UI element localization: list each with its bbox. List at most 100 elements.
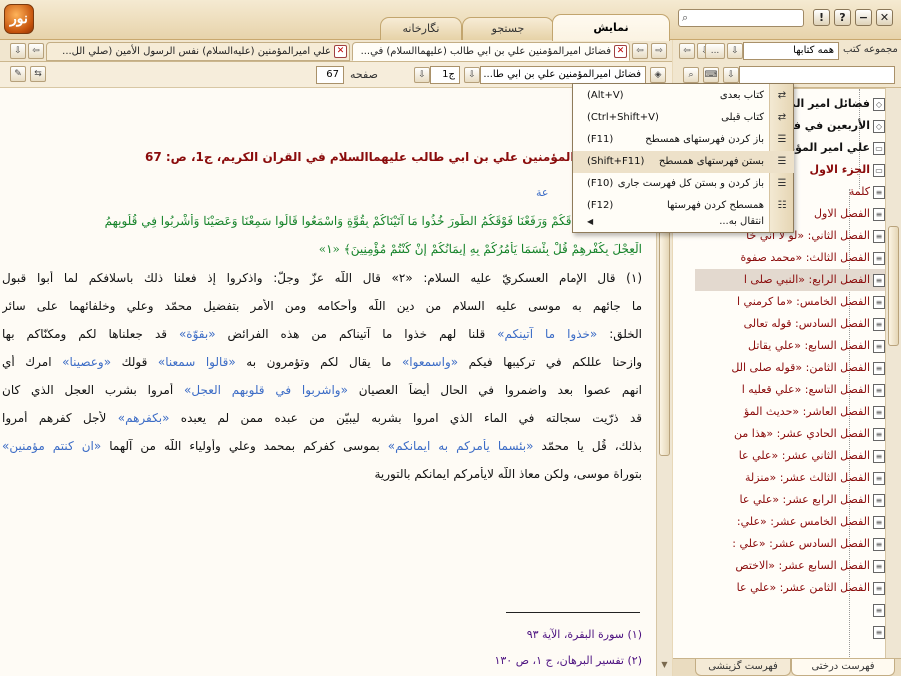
page-icon: ≡ [873,207,885,221]
close-tab-icon[interactable]: ✕ [614,45,627,58]
footnote-1[interactable]: (١) سورة البقرة، الآية ٩٣ [2,628,642,641]
open-folder-icon: ▭ [873,163,885,177]
body-line-6: قد ذرّيت سجالته في الماء الذي امروا بشرب… [2,411,642,425]
help-button[interactable]: ? [834,9,851,26]
body-line-3: الخلق: «خذوا ما آتينكم» قلنا لهم خذوا ما… [2,327,642,341]
document-tabs-bar: ⇩ ⇦ ✕ علي اميرالمؤمنين (عليه‌السلام) نفس… [0,40,672,62]
tree-node-section[interactable]: ≡ [695,599,885,621]
menu-item-next-book[interactable]: ⇄ کتاب بعدی (Alt+V) [573,85,794,107]
quran-verse-line-1: ﴿وَإِذْ أَخَذْنَا مِيثَاقَكُمْ وَرَفَعْن… [104,214,642,228]
app-logo[interactable]: نور [4,4,34,34]
page-icon: ≡ [873,295,885,309]
menu-item-shortcut: (F10) [587,178,614,189]
tab-selective-index[interactable]: فهرست گزینشی [695,659,791,676]
book-dropdown-icon[interactable]: ⇩ [464,67,480,83]
quote-link[interactable]: «واشربوا في قلوبهم العجل» [184,383,348,397]
tree-scrollbar[interactable] [885,88,901,658]
tree-node-section[interactable]: ≡الفصل الرابع عشر: «علي عا [695,489,885,511]
more-button[interactable]: ... [705,43,725,59]
tree-node-section[interactable]: ≡الفصل الثامن: «قوله صلى الل [695,357,885,379]
menu-item-label: باز کردن و بستن کل فهرست جاری [617,178,764,189]
tree-node-section[interactable]: ≡الفصل السابع: «علي يقاتل [695,335,885,357]
book-icon: ◇ [873,97,885,111]
document-tab-2[interactable]: ✕ علي اميرالمؤمنين (عليه‌السلام) نفس الر… [46,42,350,61]
quote-link[interactable]: «بئسما يأمركم به ايمانكم» [388,439,534,453]
tree-toolbar: ⇦ ⇩ ... ⇩ همه کتابها مجموعه کتب ⌕ ⌨ ⇩ [673,40,901,88]
quote-link[interactable]: «قالوا سمعنا» [158,355,236,369]
menu-item-collapse-siblings[interactable]: ☰ بستن فهرستهای همسطح (Shift+F11) [573,151,794,173]
menu-item-toggle-tree[interactable]: ☰ باز کردن و بستن کل فهرست جاری (F10) [573,173,794,195]
close-tab-icon[interactable]: ✕ [334,45,347,58]
tree-scroll-thumb[interactable] [888,226,899,346]
book-icon: ◇ [873,119,885,133]
tab-scroll-left-icon[interactable]: ⇦ [632,43,648,59]
document-tab-1[interactable]: ✕ فضائل اميرالمؤمنين علي بن ابي طالب (عل… [352,42,630,61]
quran-verse-line-2: الْعِجْلَ بِكُفْرِهِمْ قُلْ بِئْسَمَا يَ… [318,242,642,256]
tree-node-section[interactable]: ≡الفصل الخامس عشر: «علي: [695,511,885,533]
tree-node-section[interactable]: ≡الفصل السادس عشر: «علي : [695,533,885,555]
volume-dropdown-icon[interactable]: ⇩ [414,67,430,83]
tree-node-section[interactable]: ≡الفصل الثامن عشر: «علي عا [695,577,885,599]
tree-node-section[interactable]: ≡الفصل التاسع: «علي قعليه ا [695,379,885,401]
sync-icon[interactable]: ⇆ [30,66,46,82]
keyboard-icon[interactable]: ⌨ [703,67,719,83]
text: قد ذرّيت سجالته في الماء الذي امروا بشرب… [169,411,642,425]
minimize-button[interactable]: − [855,9,872,26]
tree-node-section[interactable]: ≡الفصل السابع عشر: «الاختص [695,555,885,577]
text: أمروا بشرب العجل الذي كان [2,383,185,397]
tree-search-icon[interactable]: ⌕ [683,67,699,83]
collection-select[interactable]: همه کتابها [743,42,839,60]
tab-tree-index[interactable]: فهرست درختی [791,659,895,676]
page-icon: ≡ [873,273,885,287]
wrench-icon[interactable]: ✎ [10,66,26,82]
tab-gallery[interactable]: نگارخانه [380,17,462,40]
menu-item-expand-siblings[interactable]: ☰ باز کردن فهرستهای همسطح (F11) [573,129,794,151]
volume-label: ج [448,69,455,80]
menu-item-shortcut: (Alt+V) [587,90,624,101]
tab-list-icon[interactable]: ⇩ [10,43,26,59]
quote-link[interactable]: «بكفرهم» [118,411,170,425]
close-button[interactable]: ✕ [876,9,893,26]
top-search-input[interactable]: ⌕ [678,9,804,27]
footnote-2[interactable]: (٢) تفسير البرهان، ج ١، ص ١٣٠ [2,654,642,667]
page-icon: ≡ [873,383,885,397]
collection-dropdown-icon[interactable]: ⇩ [727,43,743,59]
back-arrow-icon[interactable]: ⇦ [679,43,695,59]
tab-search[interactable]: جستجو [462,17,554,40]
tree-node-section[interactable]: ≡الفصل السادس: قوله تعالى [695,313,885,335]
tree-node-section[interactable]: ≡الفصل العاشر: «حديث المؤ [695,401,885,423]
tree-node-section-selected[interactable]: ≡الفصل الرابع: «النبي صلى ا [695,269,885,291]
quote-link[interactable]: «واسمعوا» [402,355,458,369]
tree-dropdown-icon[interactable]: ⇩ [723,67,739,83]
menu-item-label: انتقال به... [719,216,764,227]
menu-item-previous-book[interactable]: ⇄ کتاب قبلی (Ctrl+Shift+V) [573,107,794,129]
body-line-5: انهم عصوا بعد واضمروا في الحال أيضاً الع… [2,383,642,397]
menu-item-go-to[interactable]: انتقال به... ◀ [573,211,794,233]
tree-node-section[interactable]: ≡ [695,621,885,643]
tree-filter-input[interactable] [739,66,895,84]
tab-scroll-right-icon[interactable]: ⇨ [651,43,667,59]
book-title-field[interactable]: فضائل اميرالمؤمنين علي بن ابي طا... [480,66,646,84]
tree-node-section[interactable]: ≡الفصل الثالث عشر: «منزلة [695,467,885,489]
tab-back-icon[interactable]: ⇦ [28,43,44,59]
quote-link[interactable]: «خذوا ما آتينكم» [497,327,597,341]
tag-icon[interactable]: ◈ [650,67,666,83]
document-tab-label: علي اميرالمؤمنين (عليه‌السلام) نفس الرسو… [62,46,331,57]
info-button[interactable]: ! [813,9,830,26]
quote-link[interactable]: «ان كنتم مؤمنين» [2,439,101,453]
page-number-input[interactable]: 67 [316,66,344,84]
quote-link[interactable]: «وعصينا» [62,355,111,369]
tree-node-section[interactable]: ≡الفصل الثالث: «محمد صفوة [695,247,885,269]
tree-node-section[interactable]: ≡الفصل الخامس: «ما كرمني ا [695,291,885,313]
page-icon: ≡ [873,515,885,529]
quote-link[interactable]: «بقوّة» [179,327,216,341]
document-tab-label: فضائل اميرالمؤمنين علي بن ابي طالب (عليه… [360,46,611,57]
blue-snippet: عة [536,186,549,199]
tree-node-section[interactable]: ≡الفصل الحادي عشر: «هذا من [695,423,885,445]
volume-input[interactable]: ج1 [430,66,460,84]
expand-siblings-icon: ☰ [777,134,787,145]
text: بموسى كفركم بمحمد وعلي وأولياء اللّه من … [101,439,388,453]
tab-view[interactable]: نمایش [552,14,670,41]
tree-node-section[interactable]: ≡الفصل الثاني عشر: «علي عا [695,445,885,467]
scroll-down-icon[interactable]: ▼ [659,660,670,672]
